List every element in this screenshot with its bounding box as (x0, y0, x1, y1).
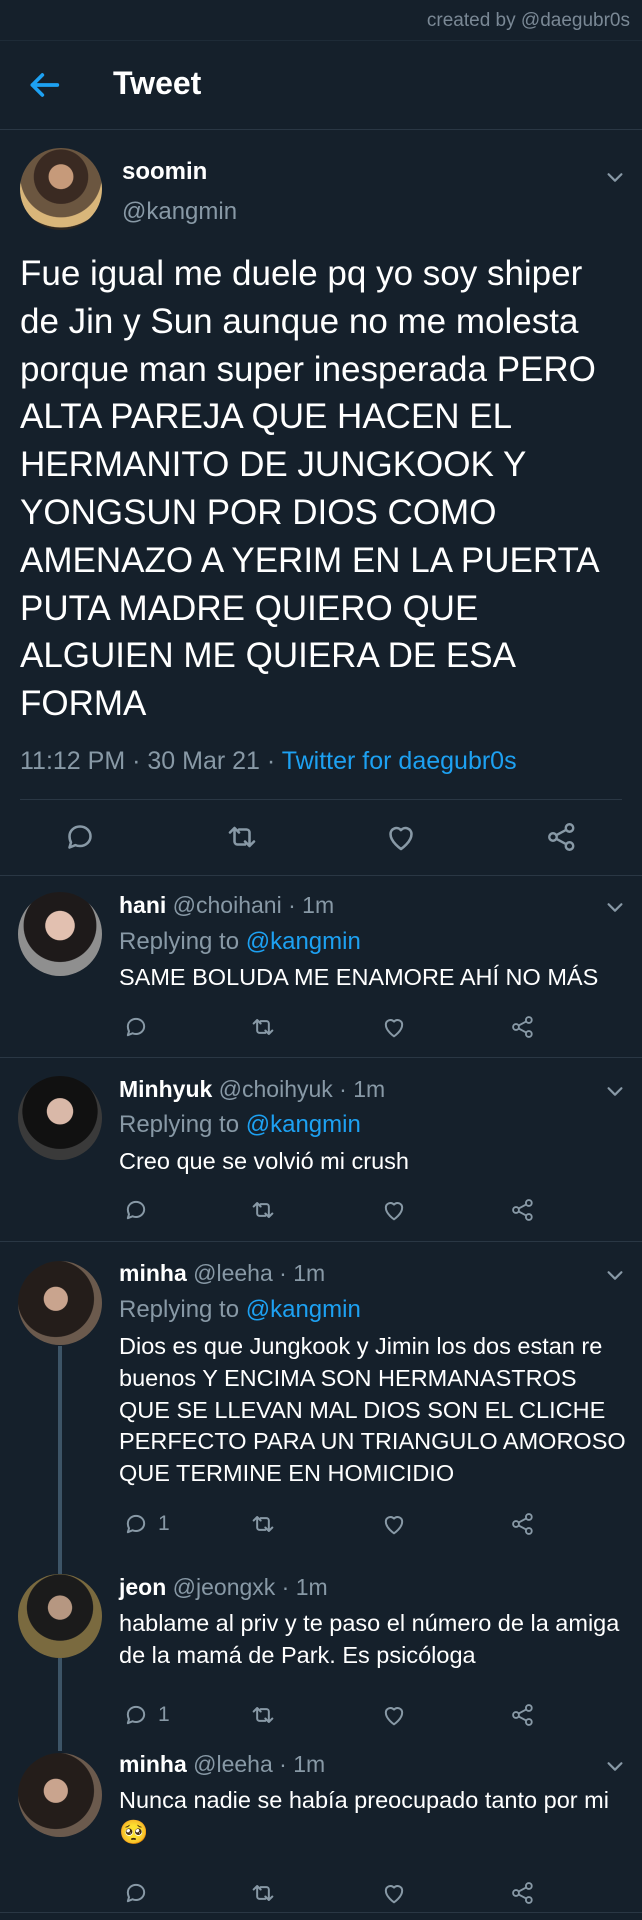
share-icon[interactable] (509, 1510, 537, 1538)
retweet-icon[interactable] (249, 1013, 277, 1041)
reply-time: 1m (302, 892, 335, 918)
avatar[interactable] (20, 148, 102, 230)
like-icon[interactable] (380, 1013, 408, 1041)
chevron-down-icon[interactable] (604, 1264, 626, 1286)
page-title: Tweet (113, 65, 202, 101)
like-icon[interactable] (383, 819, 419, 855)
reply-tweet[interactable]: Minhyuk @choihyuk · 1m Replying to @kang… (0, 1058, 642, 1242)
chevron-down-icon[interactable] (604, 896, 626, 918)
retweet-icon[interactable] (249, 1510, 277, 1538)
tweet-date: 30 Mar 21 (147, 747, 260, 775)
reply-text: hablame al priv y te paso el número de l… (119, 1610, 620, 1668)
reply-time: 1m (353, 1076, 386, 1102)
tweet-text: Fue igual me duele pq yo soy shiper de J… (20, 254, 598, 724)
author-handle[interactable]: @leeha (193, 1751, 273, 1777)
reply-time: 1m (295, 1574, 328, 1600)
avatar[interactable] (18, 892, 102, 976)
reply-time: 1m (293, 1751, 326, 1777)
tweet-time: 11:12 PM (20, 747, 126, 775)
share-icon[interactable] (509, 1701, 537, 1729)
reply-tweet[interactable]: hani @choihani · 1m Replying to @kangmin… (0, 876, 642, 1058)
reply-text: Dios es que Jungkook y Jimin los dos est… (119, 1333, 626, 1487)
reply-header: minha @leeha · 1m (119, 1751, 326, 1777)
like-icon[interactable] (380, 1879, 408, 1907)
retweet-icon[interactable] (224, 819, 260, 855)
like-icon[interactable] (380, 1196, 408, 1224)
reply-header: jeon @jeongxk · 1m (119, 1574, 328, 1600)
divider (20, 799, 622, 800)
reply-tweet[interactable]: jeon @jeongxk · 1m hablame al priv y te … (0, 1560, 642, 1736)
main-tweet: soomin @kangmin Fue igual me duele pq yo… (0, 130, 642, 876)
reply-icon[interactable] (122, 1196, 150, 1224)
mention-link[interactable]: @kangmin (246, 1111, 361, 1138)
author-handle[interactable]: @choihani (173, 892, 282, 918)
chevron-down-icon[interactable] (604, 1755, 626, 1777)
replying-to: Replying to @kangmin (119, 1296, 361, 1324)
avatar[interactable] (18, 1574, 102, 1658)
author-name[interactable]: soomin (122, 158, 207, 186)
top-bar: Tweet (0, 40, 642, 130)
reply-icon[interactable] (122, 1013, 150, 1041)
avatar[interactable] (18, 1261, 102, 1345)
reply-time: 1m (293, 1260, 326, 1286)
share-icon[interactable] (509, 1013, 537, 1041)
replying-label: Replying to (119, 928, 240, 955)
reply-tweet[interactable]: minha @leeha · 1m Nunca nadie se había p… (0, 1737, 642, 1913)
author-name[interactable]: Minhyuk (119, 1076, 212, 1102)
replying-to: Replying to @kangmin (119, 928, 361, 956)
reply-icon[interactable] (122, 1510, 150, 1538)
mention-link[interactable]: @kangmin (246, 1296, 361, 1323)
replying-label: Replying to (119, 1296, 240, 1323)
reply-tweet[interactable]: minha @leeha · 1m Replying to @kangmin D… (0, 1242, 642, 1560)
avatar[interactable] (18, 1753, 102, 1837)
reply-text: Creo que se volvió mi crush (119, 1148, 409, 1174)
tweet-meta: 11:12 PM · 30 Mar 21 · Twitter for daegu… (20, 747, 517, 776)
reply-count: 1 (158, 1512, 170, 1535)
reply-icon[interactable] (122, 1701, 150, 1729)
reply-header: minha @leeha · 1m (119, 1260, 326, 1286)
mention-link[interactable]: @kangmin (246, 928, 361, 955)
reply-icon[interactable] (122, 1879, 150, 1907)
share-icon[interactable] (509, 1196, 537, 1224)
meta-separator: · (266, 747, 282, 775)
author-name[interactable]: jeon (119, 1574, 166, 1600)
replying-to: Replying to @kangmin (119, 1111, 361, 1139)
reply-count: 1 (158, 1703, 170, 1726)
reply-icon[interactable] (62, 819, 98, 855)
reply-text: SAME BOLUDA ME ENAMORE AHÍ NO MÁS (119, 964, 599, 990)
author-handle[interactable]: @choihyuk (219, 1076, 333, 1102)
author-handle[interactable]: @leeha (193, 1260, 273, 1286)
chevron-down-icon[interactable] (604, 166, 626, 188)
reply-text: Nunca nadie se había preocupado tanto po… (119, 1787, 609, 1845)
author-name[interactable]: hani (119, 892, 166, 918)
avatar[interactable] (18, 1076, 102, 1160)
like-icon[interactable] (380, 1701, 408, 1729)
meta-separator: · (132, 747, 148, 775)
retweet-icon[interactable] (249, 1879, 277, 1907)
author-name[interactable]: minha (119, 1260, 187, 1286)
retweet-icon[interactable] (249, 1196, 277, 1224)
reply-header: Minhyuk @choihyuk · 1m (119, 1076, 386, 1102)
author-handle[interactable]: @jeongxk (173, 1574, 276, 1600)
share-icon[interactable] (509, 1879, 537, 1907)
replying-label: Replying to (119, 1111, 240, 1138)
tweet-source-link[interactable]: Twitter for daegubr0s (282, 747, 517, 775)
retweet-icon[interactable] (249, 1701, 277, 1729)
like-icon[interactable] (380, 1510, 408, 1538)
back-arrow-icon[interactable] (24, 65, 64, 105)
author-handle[interactable]: @kangmin (122, 198, 237, 226)
reply-header: hani @choihani · 1m (119, 892, 335, 918)
chevron-down-icon[interactable] (604, 1080, 626, 1102)
author-name[interactable]: minha (119, 1751, 187, 1777)
credit-watermark: created by @daegubr0s (426, 10, 630, 31)
share-icon[interactable] (544, 819, 580, 855)
